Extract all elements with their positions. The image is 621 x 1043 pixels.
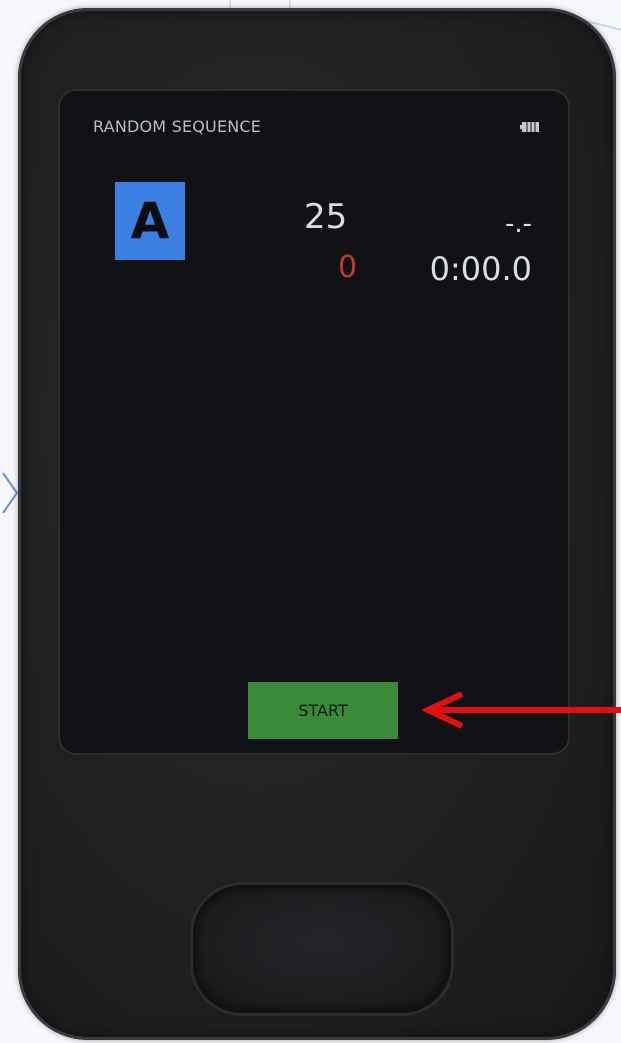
split-time-value: -.-: [504, 209, 532, 239]
scene: RANDOM SEQUENCE A 25 0 -.- 0:00.0 START: [0, 0, 621, 1043]
miss-count-value: 0: [338, 250, 358, 285]
team-letter: A: [130, 192, 170, 250]
elapsed-time-value: 0:00.0: [429, 250, 532, 288]
device-body: RANDOM SEQUENCE A 25 0 -.- 0:00.0 START: [18, 8, 616, 1040]
battery-icon: [520, 122, 539, 132]
count-value: 25: [304, 197, 348, 237]
hardware-home-button[interactable]: [196, 888, 448, 1010]
team-badge: A: [115, 182, 185, 260]
start-button[interactable]: START: [248, 682, 398, 739]
red-arrow-icon: [420, 691, 621, 729]
chevron-right-icon: [2, 472, 19, 514]
touch-screen: RANDOM SEQUENCE A 25 0 -.- 0:00.0 START: [66, 97, 562, 747]
mode-title: RANDOM SEQUENCE: [93, 117, 262, 136]
